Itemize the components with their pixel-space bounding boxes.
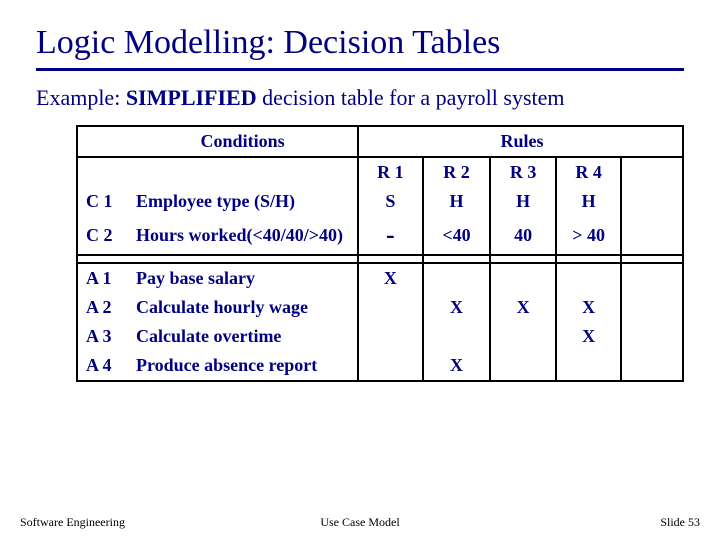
rule-header: R 4 (556, 157, 622, 187)
action-id: A 2 (77, 293, 128, 322)
condition-value: H (556, 187, 622, 216)
action-value: X (556, 293, 622, 322)
action-value: X (358, 263, 422, 293)
condition-value: > 40 (556, 216, 622, 255)
action-id: A 4 (77, 351, 128, 381)
condition-value: H (490, 187, 556, 216)
separator-row (77, 255, 683, 263)
blank-cell (621, 157, 683, 187)
condition-value: S (358, 187, 422, 216)
action-row: A 1 Pay base salary X (77, 263, 683, 293)
slide-footer: Software Engineering Use Case Model Slid… (20, 515, 700, 530)
action-value (490, 322, 556, 351)
action-value: X (556, 322, 622, 351)
footer-center: Use Case Model (20, 515, 700, 530)
action-value (423, 263, 491, 293)
rules-header: Rules (423, 126, 622, 157)
condition-value: 40 (490, 216, 556, 255)
slide-subtitle: Example: SIMPLIFIED decision table for a… (36, 85, 684, 111)
condition-id: C 1 (77, 187, 128, 216)
rule-header: R 1 (358, 157, 422, 187)
decision-table: Conditions Rules R 1 R 2 R 3 R 4 C 1 Emp… (76, 125, 684, 382)
action-value (490, 351, 556, 381)
condition-label: Hours worked(<40/40/>40) (128, 216, 358, 255)
action-value: X (423, 351, 491, 381)
condition-id: C 2 (77, 216, 128, 255)
blank-cell (77, 157, 128, 187)
action-row: A 4 Produce absence report X (77, 351, 683, 381)
rules-numbers-row: R 1 R 2 R 3 R 4 (77, 157, 683, 187)
condition-label: Employee type (S/H) (128, 187, 358, 216)
blank-cell (621, 322, 683, 351)
subtitle-tail: decision table for a payroll system (257, 85, 565, 110)
title-underline (36, 68, 684, 71)
action-value: X (490, 293, 556, 322)
blank-cell (621, 187, 683, 216)
subtitle-lead: Example: (36, 85, 120, 110)
conditions-header: Conditions (128, 126, 358, 157)
action-value (358, 293, 422, 322)
blank-cell (621, 263, 683, 293)
blank-cell (128, 157, 358, 187)
rule-header: R 3 (490, 157, 556, 187)
blank-cell (621, 126, 683, 157)
rule-header: R 2 (423, 157, 491, 187)
action-value (358, 322, 422, 351)
condition-row: C 2 Hours worked(<40/40/>40) - <40 40 > … (77, 216, 683, 255)
action-label: Produce absence report (128, 351, 358, 381)
slide-title: Logic Modelling: Decision Tables (36, 24, 684, 68)
action-value (358, 351, 422, 381)
slide: Logic Modelling: Decision Tables Example… (0, 0, 720, 540)
table-header-row: Conditions Rules (77, 126, 683, 157)
blank-cell (77, 126, 128, 157)
blank-cell (621, 293, 683, 322)
action-id: A 1 (77, 263, 128, 293)
action-value (556, 263, 622, 293)
subtitle-emph: SIMPLIFIED (126, 85, 257, 110)
action-value (556, 351, 622, 381)
condition-value: H (423, 187, 491, 216)
condition-value: - (358, 216, 422, 255)
action-value (490, 263, 556, 293)
blank-cell (621, 351, 683, 381)
action-label: Calculate overtime (128, 322, 358, 351)
blank-cell (358, 126, 422, 157)
action-row: A 2 Calculate hourly wage X X X (77, 293, 683, 322)
action-value (423, 322, 491, 351)
action-value: X (423, 293, 491, 322)
action-row: A 3 Calculate overtime X (77, 322, 683, 351)
action-label: Calculate hourly wage (128, 293, 358, 322)
action-label: Pay base salary (128, 263, 358, 293)
action-id: A 3 (77, 322, 128, 351)
condition-row: C 1 Employee type (S/H) S H H H (77, 187, 683, 216)
condition-value: <40 (423, 216, 491, 255)
blank-cell (621, 216, 683, 255)
